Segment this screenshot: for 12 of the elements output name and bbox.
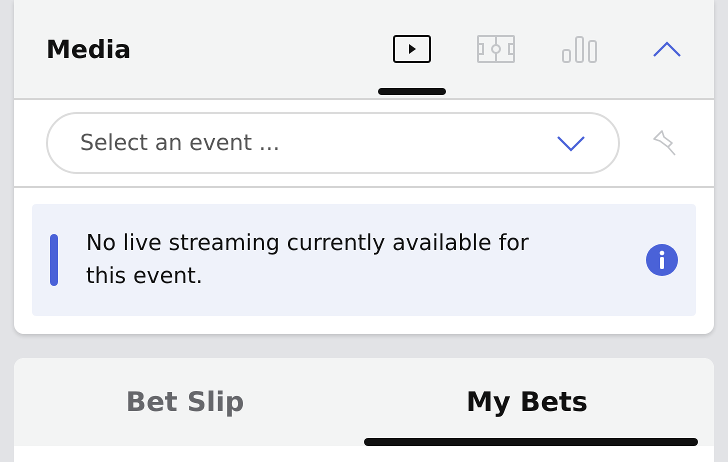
chevron-up-icon [652, 40, 682, 58]
chevron-down-icon [556, 134, 586, 152]
bet-tab[interactable]: My Bets [356, 358, 698, 446]
play-icon [393, 35, 431, 63]
info-icon [646, 244, 678, 276]
bar-chart-icon [561, 35, 599, 63]
bet-tab[interactable]: Bet Slip [14, 358, 356, 446]
event-select[interactable]: Select an event ... [46, 112, 620, 174]
accent-bar [50, 234, 58, 286]
panel-title: Media [46, 34, 132, 64]
notice-text: No live streaming currently available for this event. [86, 230, 530, 291]
pitch-icon [477, 35, 515, 63]
